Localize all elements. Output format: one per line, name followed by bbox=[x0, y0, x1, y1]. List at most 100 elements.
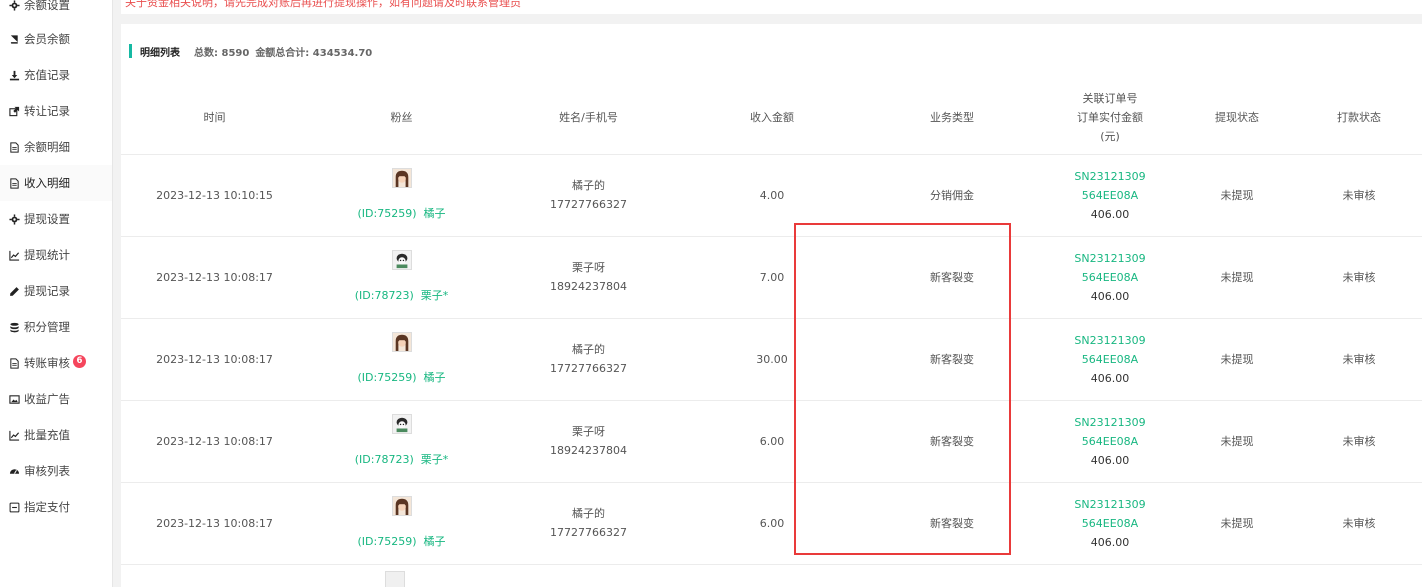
cell-time: 2023-12-13 10:08:17 bbox=[121, 236, 308, 319]
cell-pay-status: 未审核 bbox=[1296, 318, 1422, 401]
sidebar-item[interactable]: 余额明细 bbox=[0, 129, 112, 165]
cell-pay-status: 未审核 bbox=[1296, 400, 1422, 483]
fan-name[interactable]: 橘子 bbox=[424, 207, 446, 220]
cell-income: 7.00 bbox=[682, 236, 862, 319]
sidebar-item[interactable]: 转让记录 bbox=[0, 93, 112, 129]
fan-name[interactable]: 栗子* bbox=[421, 453, 449, 466]
cell-name-phone: 栗子呀 18924237804 bbox=[495, 236, 682, 319]
sidebar-item[interactable]: 提现设置 bbox=[0, 201, 112, 237]
sidebar-item-label: 批量充值 bbox=[24, 428, 70, 442]
download-icon bbox=[8, 69, 20, 81]
fan-name[interactable]: 橘子 bbox=[424, 535, 446, 548]
sidebar-item[interactable]: 积分管理 bbox=[0, 309, 112, 345]
external-link-icon bbox=[8, 105, 20, 117]
fan-name[interactable]: 栗子* bbox=[421, 289, 449, 302]
minus-square-icon bbox=[8, 501, 20, 513]
gear-icon bbox=[8, 0, 20, 11]
member-phone: 17727766327 bbox=[550, 526, 627, 539]
avatar[interactable] bbox=[391, 249, 412, 270]
order-number-part1[interactable]: SN23121309 bbox=[1042, 167, 1178, 186]
header-income: 收入金额 bbox=[682, 82, 862, 155]
header-order: 关联订单号 订单实付金额 (元) bbox=[1042, 82, 1178, 155]
header-time: 时间 bbox=[121, 82, 308, 155]
avatar[interactable] bbox=[391, 331, 412, 352]
fan-id[interactable]: (ID:78723) bbox=[355, 453, 414, 466]
sidebar-item[interactable]: 收入明细 bbox=[0, 165, 112, 201]
table-row: 2023-12-13 10:10:15 (ID:75259) 橘子 橘子的 17727… bbox=[121, 154, 1422, 237]
order-number-part2[interactable]: 564EE08A bbox=[1042, 350, 1178, 369]
header-pay-status: 打款状态 bbox=[1296, 82, 1422, 155]
sidebar: 余额设置会员余额充值记录转让记录余额明细收入明细 提现设置提现统计提现记录积分管理… bbox=[0, 0, 113, 587]
order-number-part2[interactable]: 564EE08A bbox=[1042, 186, 1178, 205]
avatar[interactable] bbox=[391, 167, 412, 188]
sidebar-item[interactable]: 指定支付 bbox=[0, 489, 112, 525]
sidebar-item[interactable]: 收益广告 bbox=[0, 381, 112, 417]
file-text-icon bbox=[8, 141, 20, 153]
order-number-part2[interactable]: 564EE08A bbox=[1042, 268, 1178, 287]
sidebar-item[interactable]: 会员余额 bbox=[0, 21, 112, 57]
member-phone: 18924237804 bbox=[550, 444, 627, 457]
sidebar-item[interactable]: 余额设置 bbox=[0, 0, 112, 23]
fan-name[interactable]: 橘子 bbox=[424, 371, 446, 384]
fan-id[interactable]: (ID:75259) bbox=[358, 207, 417, 220]
member-name: 栗子呀 bbox=[572, 261, 605, 274]
order-number-part1[interactable]: SN23121309 bbox=[1042, 249, 1178, 268]
cell-fan: (ID:75259) 橘子 bbox=[308, 318, 495, 401]
sidebar-item-label: 充值记录 bbox=[24, 68, 70, 82]
sidebar-item-label: 提现统计 bbox=[24, 248, 70, 262]
cell-withdraw-status: 未提现 bbox=[1178, 400, 1296, 483]
cell-biz-type: 新客裂变 bbox=[862, 318, 1042, 401]
cell-time: 2023-12-13 10:10:15 bbox=[121, 154, 308, 237]
sidebar-item-label: 积分管理 bbox=[24, 320, 70, 334]
header-fan: 粉丝 bbox=[308, 82, 495, 155]
sidebar-item[interactable]: 转账审核 6 bbox=[0, 345, 112, 381]
list-title: 明细列表 bbox=[140, 47, 180, 59]
sidebar-item-label: 余额设置 bbox=[24, 0, 70, 12]
table-header-row: 时间 粉丝 姓名/手机号 收入金额 业务类型 关联订单号 订单实付金额 (元) … bbox=[121, 82, 1422, 155]
order-number-part2[interactable]: 564EE08A bbox=[1042, 514, 1178, 533]
avatar[interactable] bbox=[391, 413, 412, 434]
file-text-icon bbox=[8, 177, 20, 189]
order-number-part1[interactable]: SN23121309 bbox=[1042, 331, 1178, 350]
cell-time: 2023-12-13 10:08:17 bbox=[121, 318, 308, 401]
avatar bbox=[385, 571, 405, 587]
sidebar-item[interactable]: 提现记录 bbox=[0, 273, 112, 309]
member-phone: 17727766327 bbox=[550, 198, 627, 211]
order-number-part2[interactable]: 564EE08A bbox=[1042, 432, 1178, 451]
header-biz-type: 业务类型 bbox=[862, 82, 1042, 155]
member-phone: 18924237804 bbox=[550, 280, 627, 293]
sidebar-item[interactable]: 充值记录 bbox=[0, 57, 112, 93]
sidebar-item-label: 转账审核 bbox=[24, 356, 70, 370]
cell-time: 2023-12-13 10:08:17 bbox=[121, 400, 308, 483]
sidebar-item[interactable]: 批量充值 bbox=[0, 417, 112, 453]
order-number-part1[interactable]: SN23121309 bbox=[1042, 495, 1178, 514]
cell-name-phone: 橘子的 17727766327 bbox=[495, 154, 682, 237]
avatar[interactable] bbox=[391, 495, 412, 516]
cell-name-phone: 栗子呀 18924237804 bbox=[495, 400, 682, 483]
cell-biz-type: 新客裂变 bbox=[862, 400, 1042, 483]
dashboard-icon bbox=[8, 465, 20, 477]
header-order-line1: 关联订单号 bbox=[1082, 92, 1138, 106]
sidebar-item-label: 余额明细 bbox=[24, 140, 70, 154]
cell-withdraw-status: 未提现 bbox=[1178, 236, 1296, 319]
table-row: 2023-12-13 10:08:17 (ID:75259) 橘子 橘子的 17727… bbox=[121, 482, 1422, 565]
sidebar-item[interactable]: 审核列表 bbox=[0, 453, 112, 489]
cell-order: SN23121309 564EE08A 406.00 bbox=[1042, 318, 1178, 401]
fan-id[interactable]: (ID:75259) bbox=[358, 535, 417, 548]
cell-order: SN23121309 564EE08A 406.00 bbox=[1042, 400, 1178, 483]
fan-id[interactable]: (ID:75259) bbox=[358, 371, 417, 384]
cell-withdraw-status: 未提现 bbox=[1178, 154, 1296, 237]
detail-panel: 明细列表 总数: 8590 金额总合计: 434534.70 时间 粉丝 姓名/… bbox=[121, 24, 1422, 587]
order-number-part1[interactable]: SN23121309 bbox=[1042, 413, 1178, 432]
header-name-phone: 姓名/手机号 bbox=[495, 82, 682, 155]
order-amount: 406.00 bbox=[1090, 289, 1130, 303]
header-order-line3: (元) bbox=[1100, 130, 1120, 144]
image-icon bbox=[8, 393, 20, 405]
fan-id[interactable]: (ID:78723) bbox=[355, 289, 414, 302]
cell-fan: (ID:75259) 橘子 bbox=[308, 482, 495, 565]
pencil-icon bbox=[8, 285, 20, 297]
sidebar-item[interactable]: 提现统计 bbox=[0, 237, 112, 273]
cell-pay-status: 未审核 bbox=[1296, 482, 1422, 565]
cell-pay-status: 未审核 bbox=[1296, 236, 1422, 319]
table-row: 2023-12-13 10:08:17 (ID:78723) 栗子* 栗子呀 1892… bbox=[121, 236, 1422, 319]
